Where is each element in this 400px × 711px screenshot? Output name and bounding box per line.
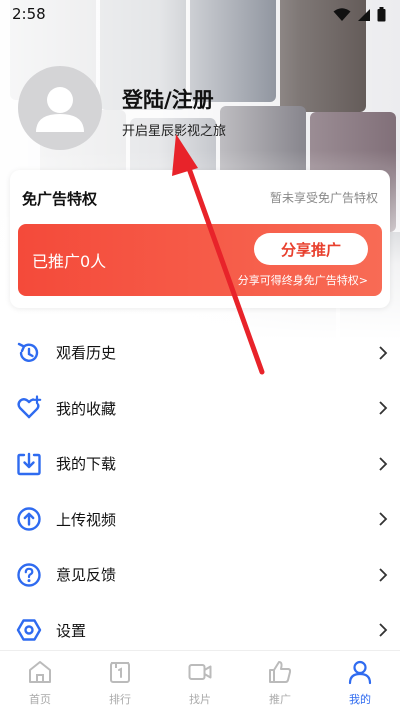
chevron-right-icon (379, 346, 388, 360)
menu-label: 我的下载 (56, 455, 117, 474)
chevron-right-icon (379, 623, 388, 637)
history-icon (17, 342, 39, 362)
nav-tab-mine[interactable]: 我的 (320, 651, 400, 711)
nav-label: 推广 (269, 693, 291, 706)
question-icon (17, 563, 41, 587)
settings-icon (16, 619, 42, 641)
user-icon (348, 660, 372, 685)
ranking-icon (110, 662, 130, 683)
menu-list: 观看历史 我的收藏 我的下载 上传视频 意见反馈 设置 (0, 325, 400, 658)
battery-icon (377, 7, 386, 22)
promotion-banner: 已推广0人 分享推广 分享可得终身免广告特权> (18, 224, 382, 296)
ad-free-card: 免广告特权 暂未享受免广告特权 已推广0人 分享推广 分享可得终身免广告特权> (10, 170, 390, 308)
nav-label: 排行 (109, 693, 131, 706)
menu-label: 上传视频 (56, 510, 117, 529)
signal-icon (358, 8, 370, 21)
ad-free-status: 暂未享受免广告特权 (269, 191, 378, 205)
download-icon (17, 452, 41, 475)
chevron-right-icon (379, 512, 388, 526)
nav-tab-promote[interactable]: 推广 (240, 651, 320, 711)
upload-icon (17, 507, 41, 531)
login-subtitle: 开启星辰影视之旅 (122, 124, 227, 139)
login-register-link[interactable]: 登陆/注册 (122, 84, 214, 114)
nav-tab-ranking[interactable]: 排行 (80, 651, 160, 711)
chevron-right-icon (379, 568, 388, 582)
ad-free-title: 免广告特权 (22, 190, 98, 208)
video-camera-icon (188, 664, 212, 680)
menu-label: 设置 (56, 621, 87, 640)
share-promote-button[interactable]: 分享推广 (254, 233, 368, 265)
menu-label: 观看历史 (56, 344, 117, 363)
wifi-icon (333, 7, 351, 21)
status-bar: 2:58 (0, 0, 400, 30)
menu-item-history[interactable]: 观看历史 (0, 325, 400, 381)
nav-tab-find-video[interactable]: 找片 (160, 651, 240, 711)
avatar[interactable] (18, 66, 102, 150)
menu-item-upload[interactable]: 上传视频 (0, 492, 400, 548)
nav-label: 找片 (189, 693, 211, 706)
menu-item-feedback[interactable]: 意见反馈 (0, 547, 400, 603)
nav-label: 我的 (349, 693, 371, 706)
chevron-right-icon (379, 401, 388, 415)
chevron-right-icon (379, 457, 388, 471)
menu-label: 我的收藏 (56, 399, 117, 418)
home-icon (29, 661, 51, 683)
menu-item-favorites[interactable]: 我的收藏 (0, 381, 400, 437)
menu-label: 意见反馈 (56, 566, 117, 585)
heart-plus-icon (17, 395, 42, 419)
promotion-count: 已推广0人 (32, 252, 107, 271)
nav-label: 首页 (29, 693, 51, 706)
bottom-nav: 首页 排行 找片 推广 我的 (0, 650, 400, 711)
thumbs-up-icon (269, 661, 292, 683)
user-avatar-icon (36, 87, 84, 132)
share-hint-link[interactable]: 分享可得终身免广告特权> (238, 272, 368, 288)
status-time: 2:58 (12, 5, 46, 23)
nav-tab-home[interactable]: 首页 (0, 651, 80, 711)
menu-item-downloads[interactable]: 我的下载 (0, 436, 400, 492)
